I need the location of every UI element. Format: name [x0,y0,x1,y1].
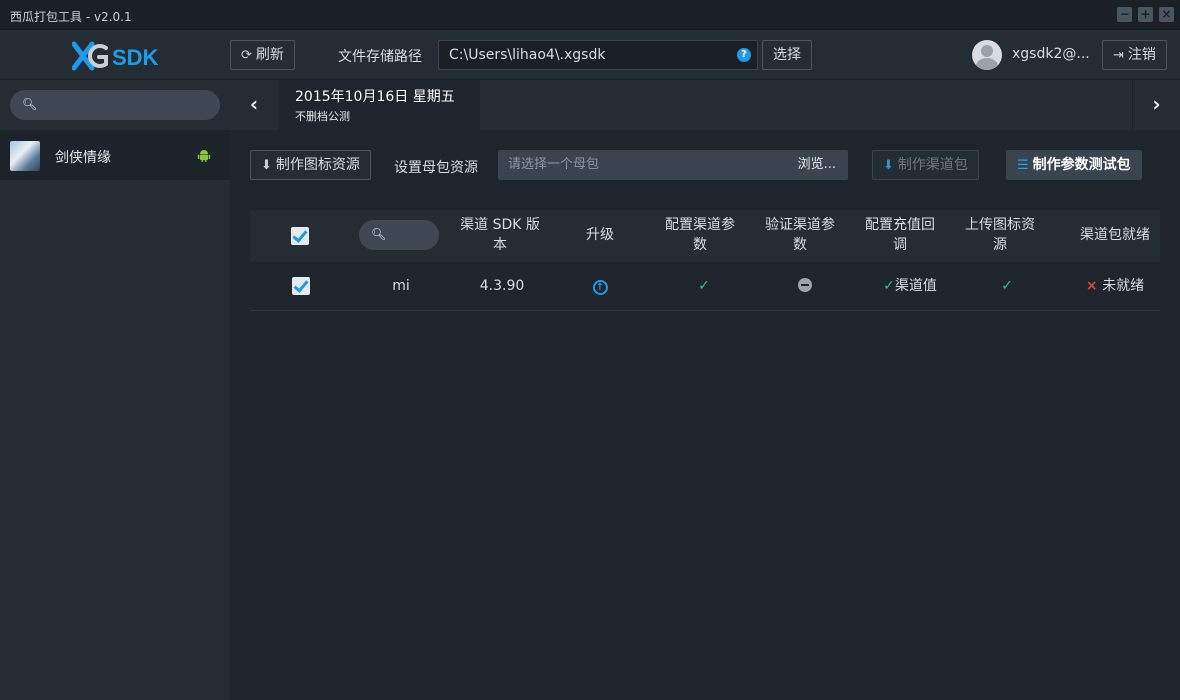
refresh-icon: ⟳ [241,48,252,63]
mother-package-input[interactable]: 请选择一个母包 浏览... [498,150,848,180]
help-icon[interactable]: ? [737,48,751,62]
upload-icon-check-icon[interactable]: ✓ [967,276,1047,296]
refresh-button[interactable]: ⟳ 刷新 [230,40,295,70]
make-channel-package-label: 制作渠道包 [897,157,968,173]
table-row[interactable]: mi 4.3.90 ↑ ✓ ✓渠道值 ✓ × 未就绪 [250,262,1160,311]
mother-package-label: 设置母包资源 [394,160,478,176]
package-ready-text: 未就绪 [1102,278,1145,294]
refresh-label: 刷新 [255,47,284,63]
config-callback-cell[interactable]: ✓渠道值 [865,276,955,296]
make-test-package-button[interactable]: ☰ 制作参数测试包 [1006,150,1142,180]
callback-check-icon: ✓ [883,278,895,294]
header-config-params: 配置渠道参数 [665,217,735,253]
browse-button[interactable]: 浏览... [798,150,836,180]
close-button[interactable]: × [1159,7,1174,22]
date-subtitle: 不删档公测 [295,110,350,123]
xg-logo-mark [72,41,108,71]
logout-icon: ⇥ [1113,48,1124,63]
row-checkbox[interactable] [292,277,310,295]
header-upload-icon: 上传图标资源 [965,217,1035,253]
game-thumbnail [10,141,40,171]
header-config-callback: 配置充值回调 [865,217,935,253]
verify-params-cell[interactable] [765,276,845,296]
choose-path-button[interactable]: 选择 [762,40,812,70]
sidebar: 🔍︎ 剑侠情缘 [0,80,230,700]
logo-text: SDK [112,45,159,70]
window-titlebar: 西瓜打包工具 - v2.0.1 − + × [0,0,1180,30]
chevron-right-icon: › [1152,92,1161,116]
xgsdk-logo: SDK [72,41,159,71]
avatar-head-icon [981,45,993,57]
channel-search-input[interactable]: 🔍︎ [359,220,439,250]
date-bar: ‹ 2015年10月16日 星期五 不删档公测 › [230,80,1180,130]
avatar-body-icon [976,58,998,70]
list-icon: ☰ [1017,158,1029,173]
package-icon: ⬇ [883,158,894,173]
select-all-checkbox[interactable] [291,227,309,245]
prev-date-button[interactable]: ‹ [230,80,278,130]
make-icon-resource-button[interactable]: ⬇ 制作图标资源 [250,150,371,180]
path-input[interactable]: C:\Users\lihao4\.xgsdk ? [438,40,758,70]
sidebar-search-input[interactable]: 🔍︎ [10,90,220,120]
search-icon: 🔍︎ [22,97,38,111]
download-icon: ⬇ [261,158,272,173]
date-tab[interactable]: 2015年10月16日 星期五 不删档公测 [279,80,480,130]
header-verify-params: 验证渠道参数 [765,217,835,253]
android-icon [197,150,211,162]
chevron-left-icon: ‹ [249,92,259,116]
date-text: 2015年10月16日 星期五 [295,89,455,105]
make-test-package-label: 制作参数测试包 [1032,157,1131,173]
search-icon: 🔍︎ [371,227,387,241]
mother-package-placeholder: 请选择一个母包 [508,157,600,172]
sdk-version: 4.3.90 [479,278,525,294]
username[interactable]: xgsdk2@... [1012,46,1090,62]
header-upgrade: 升级 [586,227,614,243]
package-ready-cell: × 未就绪 [1070,276,1160,296]
cross-icon: × [1085,278,1098,294]
logout-button[interactable]: ⇥ 注销 [1102,40,1167,70]
make-channel-package-button[interactable]: ⬇ 制作渠道包 [872,150,979,180]
window-title: 西瓜打包工具 - v2.0.1 [10,10,132,24]
sidebar-item-game[interactable]: 剑侠情缘 [0,130,230,180]
logout-label: 注销 [1127,47,1156,63]
table-header: 🔍︎ 渠道 SDK 版本 升级 配置渠道参数 验证渠道参数 配置充值回调 上传图… [250,210,1160,262]
upgrade-cell[interactable]: ↑ [560,276,640,296]
minimize-button[interactable]: − [1117,7,1132,22]
minus-icon [798,278,812,292]
config-params-check-icon[interactable]: ✓ [664,276,744,296]
next-date-button[interactable]: › [1132,80,1180,130]
make-icon-resource-label: 制作图标资源 [275,157,360,173]
game-name: 剑侠情缘 [55,150,111,166]
avatar[interactable] [972,40,1002,70]
path-value: C:\Users\lihao4\.xgsdk [449,47,606,63]
maximize-button[interactable]: + [1138,7,1153,22]
path-label: 文件存储路径 [338,49,422,65]
upgrade-icon[interactable]: ↑ [592,280,608,295]
callback-value-text: 渠道值 [894,278,937,294]
header-package-ready: 渠道包就绪 [1080,227,1150,243]
channel-name: mi [392,278,410,294]
header-sdk-version: 渠道 SDK 版本 [460,217,540,253]
